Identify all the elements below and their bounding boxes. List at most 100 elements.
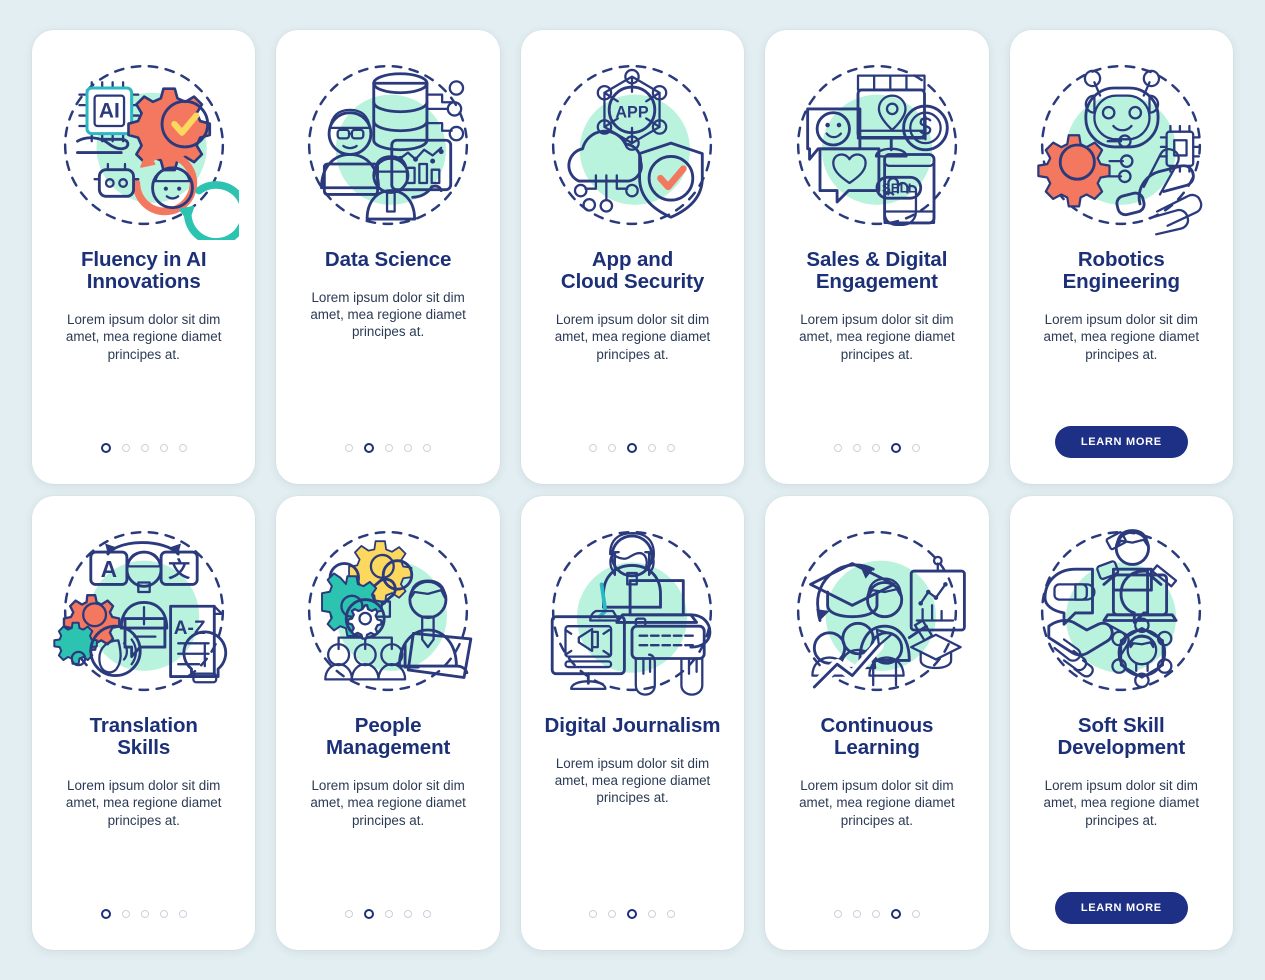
app-cloud-security-icon: APP	[521, 30, 744, 245]
dot-1[interactable]	[100, 443, 111, 453]
dot-1[interactable]	[345, 910, 354, 918]
continuous-learning-icon	[765, 496, 988, 711]
card-continuous-learning[interactable]: Continuous Learning Lorem ipsum dolor si…	[765, 496, 989, 950]
dot-2[interactable]	[608, 910, 617, 918]
card-title: Digital Journalism	[535, 711, 731, 737]
dot-1[interactable]	[833, 910, 842, 918]
dot-5[interactable]	[423, 910, 432, 918]
pagination-dots[interactable]	[833, 908, 920, 920]
card-title: Continuous Learning	[810, 711, 943, 759]
card-body-text: Lorem ipsum dolor sit dim amet, mea regi…	[554, 756, 711, 806]
title-line-1: Soft Skill	[1077, 714, 1165, 737]
card-fluency-in-ai-innovations[interactable]: AI Fluency in AI Innovations Lorem ipsum…	[32, 30, 256, 484]
dot-3[interactable]	[871, 910, 880, 918]
dot-1[interactable]	[345, 444, 354, 452]
pagination-dots[interactable]	[345, 908, 432, 920]
title-line-1: Sales & Digital	[806, 248, 948, 271]
dot-5[interactable]	[667, 910, 676, 918]
title-line-1: Robotics	[1077, 248, 1165, 271]
card-soft-skill-development[interactable]: Soft Skill Development Lorem ipsum dolor…	[1009, 496, 1233, 950]
dot-3[interactable]	[140, 910, 149, 918]
pagination-dots[interactable]	[589, 908, 676, 920]
cjk-label: 文	[168, 556, 190, 581]
dot-2[interactable]	[364, 443, 375, 453]
card-data-science[interactable]: Data Science Lorem ipsum dolor sit dim a…	[276, 30, 500, 484]
card-digital-journalism[interactable]: Digital Journalism Lorem ipsum dolor sit…	[520, 496, 745, 950]
card-body-text: Lorem ipsum dolor sit dim amet, mea regi…	[1043, 778, 1200, 828]
card-title: Soft Skill Development	[1047, 711, 1195, 759]
continuous-learning-illustration	[796, 530, 966, 692]
title-line-2: Development	[1057, 736, 1186, 760]
app-cloud-security-illustration: APP	[552, 64, 713, 225]
dot-3[interactable]	[385, 444, 394, 452]
pagination-dots[interactable]	[100, 442, 187, 454]
dot-3[interactable]	[385, 910, 394, 918]
card-title: Translation Skills	[80, 711, 208, 759]
dot-4[interactable]	[648, 444, 657, 452]
dot-4[interactable]	[890, 909, 901, 919]
title-line-2: Management	[325, 736, 451, 760]
dot-4[interactable]	[159, 444, 168, 452]
card-body-text: Lorem ipsum dolor sit dim amet, mea regi…	[65, 778, 222, 828]
card-body-text: Lorem ipsum dolor sit dim amet, mea regi…	[1043, 312, 1200, 362]
letter-a-label: A	[100, 555, 116, 581]
robotics-engineering-illustration	[1037, 64, 1203, 235]
sales-digital-engagement-icon: SELL	[765, 30, 988, 245]
ai-innovation-illustration: AI	[63, 64, 239, 240]
title-line-2: Skills	[117, 736, 171, 760]
digital-journalism-icon	[521, 496, 744, 711]
dot-1[interactable]	[833, 444, 842, 452]
dot-4[interactable]	[648, 910, 657, 918]
title-line-1: Translation	[89, 714, 198, 737]
card-sales-and-digital-engagement[interactable]: SELL Sales & Digital Engagement Lorem ip…	[765, 30, 989, 484]
soft-skill-development-illustration	[1041, 528, 1202, 691]
dot-2[interactable]	[364, 909, 375, 919]
robotics-engineering-icon	[1010, 30, 1233, 245]
pagination-dots[interactable]	[100, 908, 187, 920]
dot-5[interactable]	[911, 910, 920, 918]
dot-2[interactable]	[852, 910, 861, 918]
dot-2[interactable]	[852, 444, 861, 452]
digital-journalism-illustration	[551, 530, 713, 696]
dot-5[interactable]	[667, 444, 676, 452]
onboarding-screens-grid: AI Fluency in AI Innovations Lorem ipsum…	[0, 0, 1265, 980]
pagination-dots[interactable]	[345, 442, 432, 454]
title-line-1: Data Science	[324, 248, 452, 271]
dot-4[interactable]	[159, 910, 168, 918]
dot-3[interactable]	[627, 909, 638, 919]
title-line-2: Innovations	[86, 270, 201, 294]
app-label: APP	[616, 103, 649, 121]
dot-3[interactable]	[627, 443, 638, 453]
dot-1[interactable]	[589, 910, 598, 918]
dot-5[interactable]	[178, 910, 187, 918]
dot-2[interactable]	[121, 444, 130, 452]
learn-more-button[interactable]: LEARN MORE	[1054, 892, 1188, 924]
dot-1[interactable]	[589, 444, 598, 452]
card-translation-skills[interactable]: A 文 A-Z Translation Skills Lorem ipsum d…	[32, 496, 256, 950]
card-title: App and Cloud Security	[551, 245, 714, 293]
dot-3[interactable]	[871, 444, 880, 452]
card-robotics-engineering[interactable]: Robotics Engineering Lorem ipsum dolor s…	[1009, 30, 1233, 484]
title-line-2: Engineering	[1062, 270, 1180, 294]
card-people-management[interactable]: People Management Lorem ipsum dolor sit …	[276, 496, 500, 950]
svg-text:AI: AI	[99, 99, 120, 122]
pagination-dots[interactable]	[833, 442, 920, 454]
card-app-and-cloud-security[interactable]: APP App and Cloud Security Lorem ipsum d…	[520, 30, 745, 484]
dot-1[interactable]	[100, 909, 111, 919]
dot-2[interactable]	[608, 444, 617, 452]
dot-5[interactable]	[178, 444, 187, 452]
dot-5[interactable]	[911, 444, 920, 452]
learn-more-button[interactable]: LEARN MORE	[1054, 426, 1188, 458]
dot-4[interactable]	[890, 443, 901, 453]
dot-5[interactable]	[423, 444, 432, 452]
title-line-1: Continuous	[820, 714, 934, 737]
translation-skills-illustration: A 文 A-Z	[53, 530, 227, 691]
dot-2[interactable]	[121, 910, 130, 918]
az-label: A-Z	[173, 617, 205, 638]
pagination-dots[interactable]	[589, 442, 676, 454]
card-title: Data Science	[315, 245, 461, 271]
dot-3[interactable]	[140, 444, 149, 452]
people-management-illustration	[308, 530, 473, 691]
dot-4[interactable]	[404, 910, 413, 918]
dot-4[interactable]	[404, 444, 413, 452]
